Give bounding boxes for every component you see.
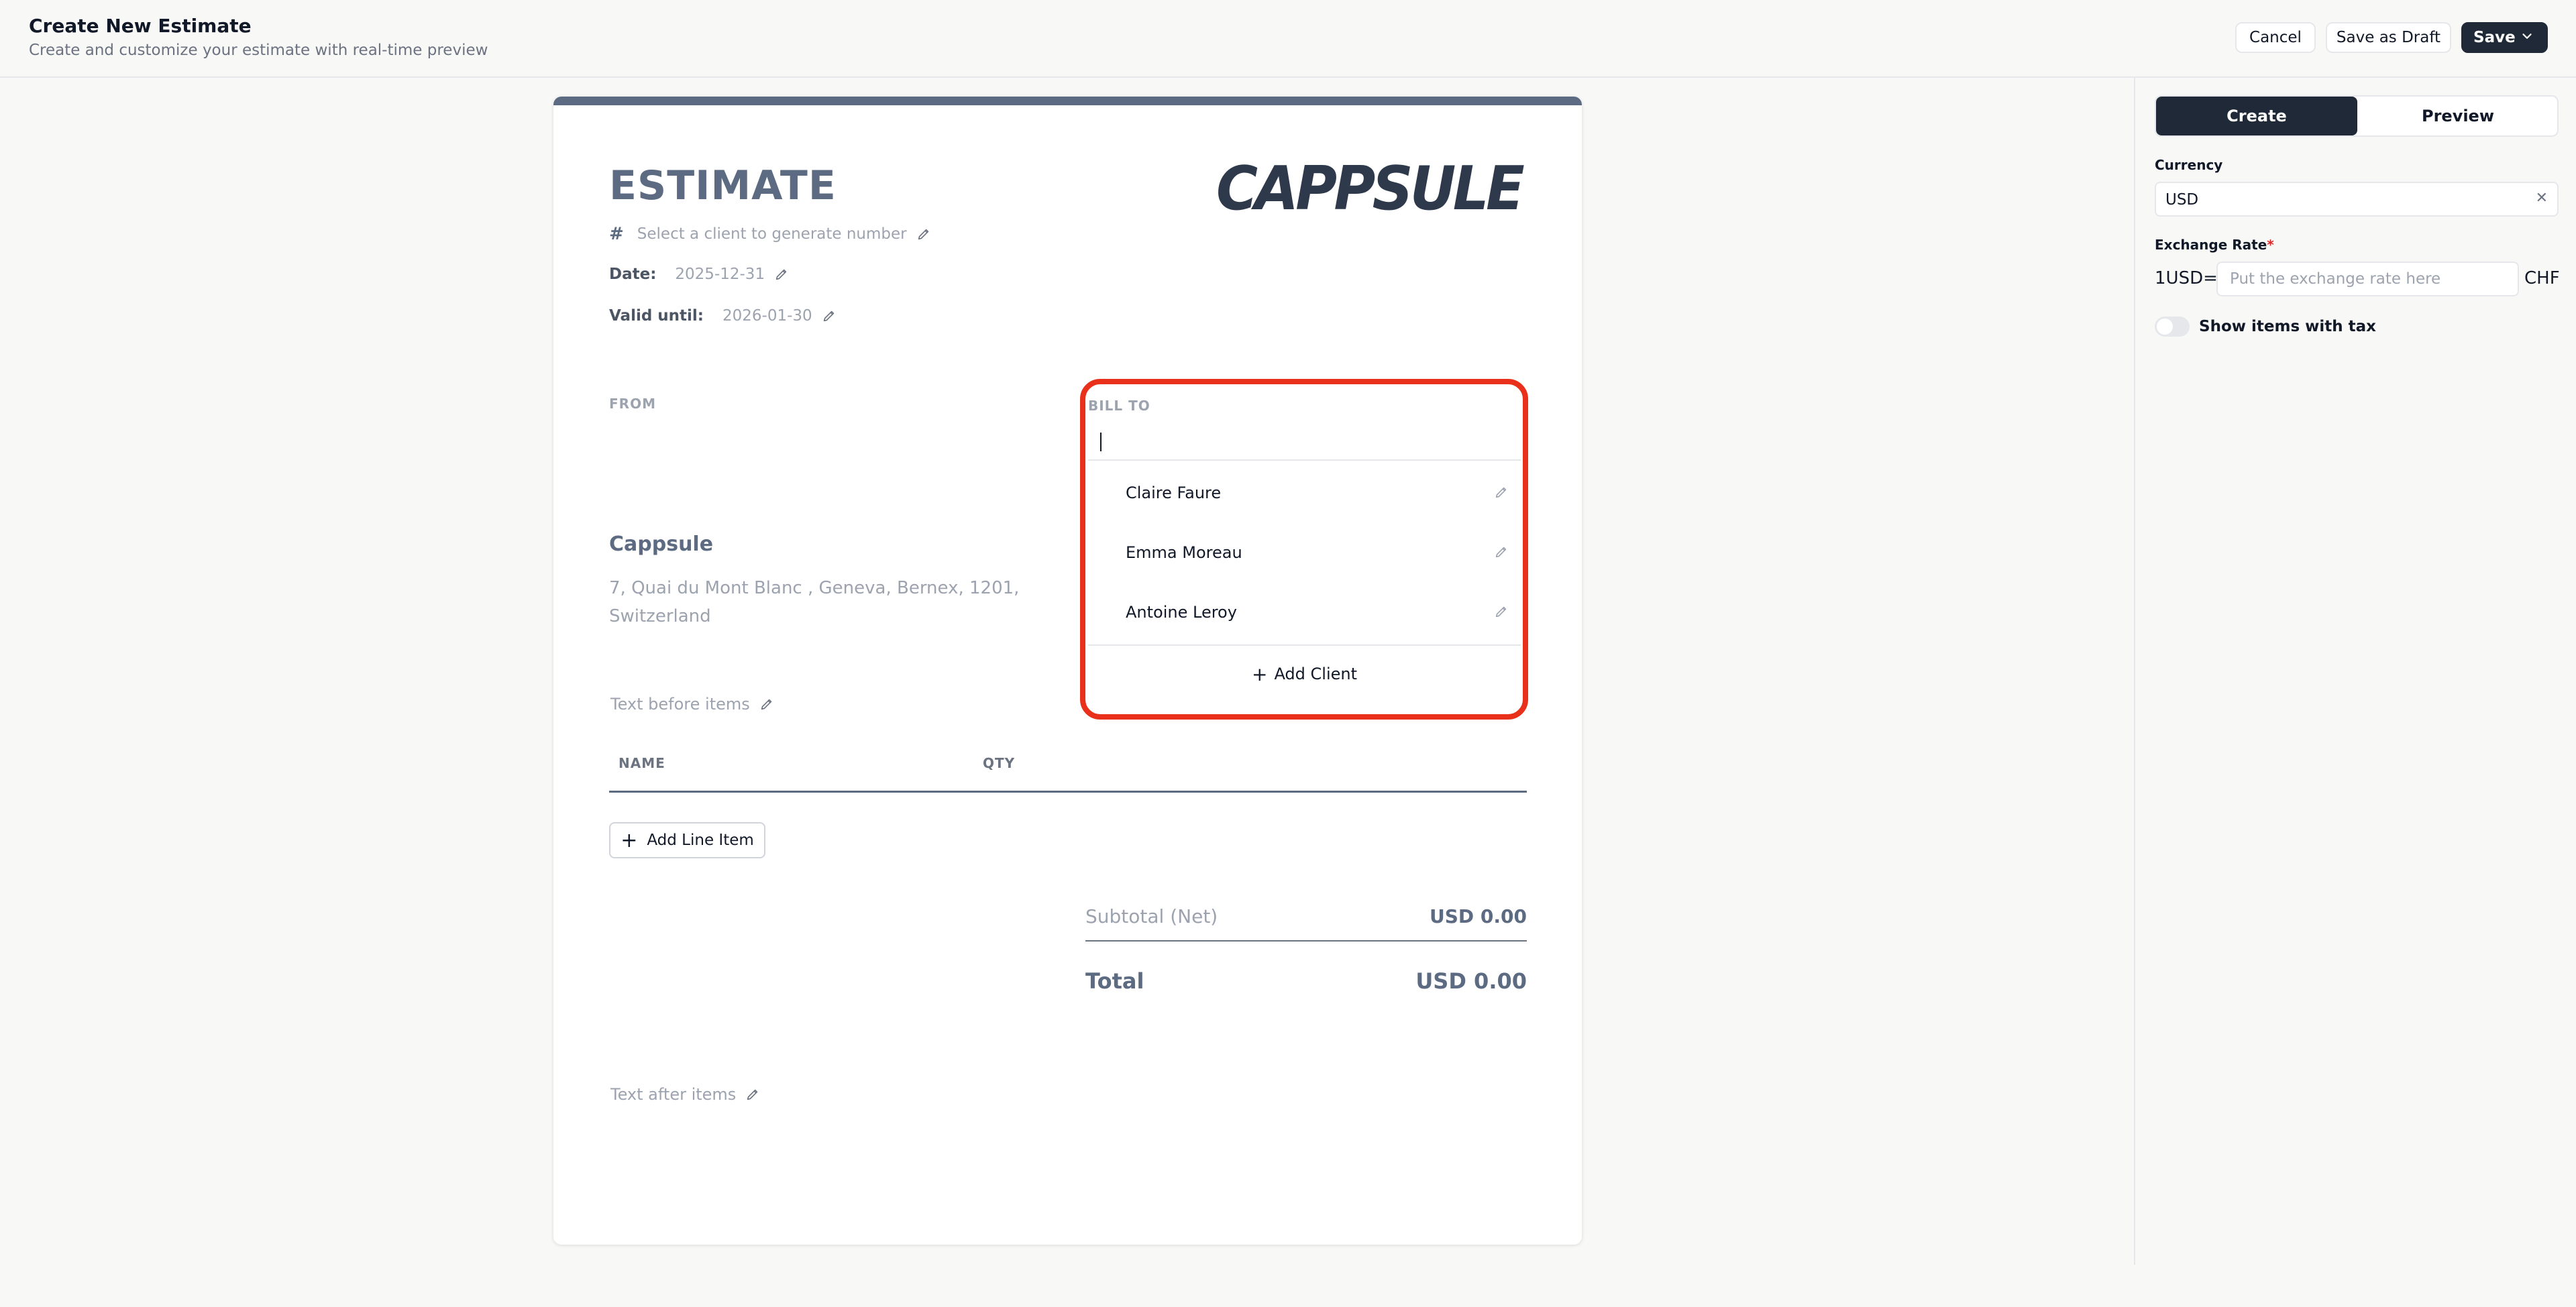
mode-tabs: Create Preview xyxy=(2155,95,2559,137)
currency-label: Currency xyxy=(2155,157,2223,173)
client-name: Claire Faure xyxy=(1126,484,1222,502)
chevron-down-icon[interactable] xyxy=(2520,29,2534,48)
column-qty: QTY xyxy=(983,755,1016,771)
tax-toggle-label: Show items with tax xyxy=(2199,318,2376,335)
tab-create[interactable]: Create xyxy=(2156,97,2357,135)
exchange-rate-prefix: 1USD= xyxy=(2155,268,2218,288)
client-name: Emma Moreau xyxy=(1126,543,1242,562)
add-client-button[interactable]: + Add Client xyxy=(1088,647,1521,701)
settings-sidebar: Create Preview Currency USD ✕ Exchange R… xyxy=(2134,78,2576,1265)
estimate-number: Select a client to generate number xyxy=(637,225,907,243)
required-marker: * xyxy=(2267,237,2274,253)
document-accent-bar xyxy=(553,97,1582,105)
client-option-claire-faure[interactable]: Claire Faure xyxy=(1088,465,1521,524)
exchange-rate-suffix: CHF xyxy=(2524,268,2560,288)
client-name: Antoine Leroy xyxy=(1126,603,1237,622)
subtotal-label: Subtotal (Net) xyxy=(1085,905,1218,927)
total-label: Total xyxy=(1085,968,1144,994)
from-label: FROM xyxy=(609,396,656,412)
edit-client-icon[interactable] xyxy=(1494,545,1509,559)
subtotal-row: Subtotal (Net) USD 0.00 xyxy=(1085,901,1527,942)
exchange-rate-label-text: Exchange Rate xyxy=(2155,237,2267,253)
estimate-heading: ESTIMATE xyxy=(609,162,837,209)
edit-date-icon[interactable] xyxy=(774,267,789,282)
currency-value: USD xyxy=(2165,191,2199,209)
save-button-label: Save xyxy=(2473,29,2516,46)
clear-icon[interactable]: ✕ xyxy=(2536,190,2548,207)
valid-until-value: 2026-01-30 xyxy=(722,307,812,325)
text-after-items[interactable]: Text after items xyxy=(610,1085,760,1104)
save-button[interactable]: Save xyxy=(2461,22,2548,53)
date-label: Date: xyxy=(609,266,657,283)
svg-text:CAPPSULE: CAPPSULE xyxy=(1216,154,1524,221)
from-company-name: Cappsule xyxy=(609,532,714,556)
valid-until-label: Valid until: xyxy=(609,307,704,325)
toggle-knob xyxy=(2157,319,2173,335)
edit-valid-until-icon[interactable] xyxy=(822,308,837,323)
add-client-label: Add Client xyxy=(1274,665,1358,683)
plus-icon: + xyxy=(1251,663,1268,685)
tax-toggle[interactable] xyxy=(2155,317,2190,337)
dropdown-divider xyxy=(1088,644,1521,646)
page-header: Create New Estimate Create and customize… xyxy=(0,0,2576,78)
bill-to-dropdown[interactable]: BILL TO Claire Faure Emma Moreau Antoine… xyxy=(1080,379,1528,720)
cancel-button[interactable]: Cancel xyxy=(2235,22,2316,53)
currency-select[interactable]: USD ✕ xyxy=(2155,182,2559,217)
subtotal-value: USD 0.00 xyxy=(1430,905,1527,927)
page-title: Create New Estimate xyxy=(29,15,252,37)
edit-text-before-icon[interactable] xyxy=(759,697,774,712)
text-cursor xyxy=(1100,433,1102,451)
text-before-items[interactable]: Text before items xyxy=(610,695,774,714)
cappsule-logo-icon: CAPPSULE xyxy=(1216,154,1527,224)
plus-icon: + xyxy=(621,828,638,852)
client-search-input[interactable] xyxy=(1088,422,1521,461)
valid-until-row[interactable]: Valid until: 2026-01-30 xyxy=(609,307,837,325)
date-value: 2025-12-31 xyxy=(675,266,765,283)
company-logo: CAPPSULE xyxy=(1216,154,1527,224)
add-line-item-button[interactable]: + Add Line Item xyxy=(609,822,765,858)
exchange-rate-label: Exchange Rate* xyxy=(2155,237,2274,253)
items-table-header: NAME QTY xyxy=(609,740,1527,793)
exchange-rate-input[interactable]: Put the exchange rate here xyxy=(2216,262,2519,296)
estimate-document: ESTIMATE CAPPSULE # Select a client to g… xyxy=(553,97,1582,1245)
text-after-label: Text after items xyxy=(610,1085,737,1104)
edit-client-icon[interactable] xyxy=(1494,485,1509,500)
from-address: 7, Quai du Mont Blanc , Geneva, Bernex, … xyxy=(609,578,1020,626)
date-row[interactable]: Date: 2025-12-31 xyxy=(609,266,789,283)
edit-client-icon[interactable] xyxy=(1494,604,1509,619)
hash-icon: # xyxy=(609,224,624,244)
client-option-antoine-leroy[interactable]: Antoine Leroy xyxy=(1088,584,1521,643)
page-subtitle: Create and customize your estimate with … xyxy=(29,42,488,59)
text-before-label: Text before items xyxy=(610,695,750,714)
add-line-item-label: Add Line Item xyxy=(647,832,754,849)
total-row: Total USD 0.00 xyxy=(1085,968,1527,1002)
edit-text-after-icon[interactable] xyxy=(745,1087,760,1102)
total-value: USD 0.00 xyxy=(1415,968,1527,994)
tab-preview[interactable]: Preview xyxy=(2357,97,2557,135)
estimate-number-row[interactable]: # Select a client to generate number xyxy=(609,224,931,244)
bill-to-label: BILL TO xyxy=(1088,398,1150,414)
column-name: NAME xyxy=(619,755,665,771)
edit-number-icon[interactable] xyxy=(916,227,931,241)
save-draft-button[interactable]: Save as Draft xyxy=(2326,22,2451,53)
client-option-emma-moreau[interactable]: Emma Moreau xyxy=(1088,524,1521,583)
